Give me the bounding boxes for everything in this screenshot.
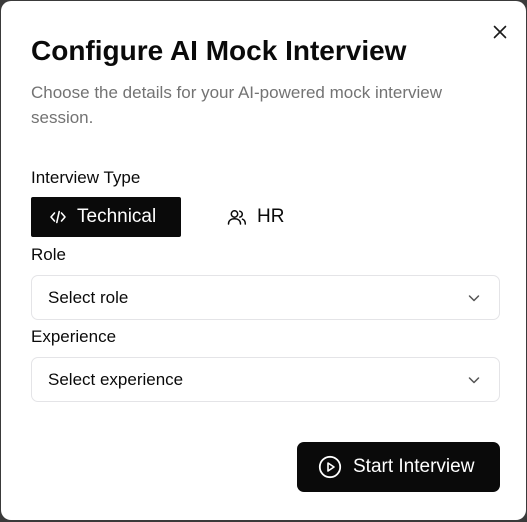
role-select[interactable]: Select role <box>31 275 500 320</box>
start-interview-label: Start Interview <box>353 456 475 477</box>
dialog-subtitle: Choose the details for your AI-powered m… <box>31 83 443 127</box>
dialog-title: Configure AI Mock Interview <box>31 35 407 66</box>
interview-type-technical-label: Technical <box>77 206 157 227</box>
start-interview-button[interactable]: Start Interview <box>297 442 500 492</box>
code-icon <box>50 210 66 224</box>
role-select-value: Select role <box>48 287 129 307</box>
interview-type-label: Interview Type <box>31 168 141 187</box>
close-button[interactable] <box>489 21 511 43</box>
users-icon <box>227 210 247 225</box>
role-label: Role <box>31 245 66 264</box>
chevron-down-icon <box>468 294 480 301</box>
interview-type-hr-label: HR <box>257 206 285 227</box>
play-circle-icon <box>318 455 342 479</box>
experience-select[interactable]: Select experience <box>31 357 500 402</box>
experience-select-value: Select experience <box>48 369 184 389</box>
configure-interview-dialog: Configure AI Mock Interview Choose the d… <box>1 1 526 520</box>
experience-label: Experience <box>31 327 117 346</box>
interview-type-technical-button[interactable]: Technical <box>31 197 181 237</box>
interview-type-hr-button[interactable]: HR <box>217 197 317 237</box>
chevron-down-icon <box>468 376 480 383</box>
close-icon <box>493 25 507 39</box>
